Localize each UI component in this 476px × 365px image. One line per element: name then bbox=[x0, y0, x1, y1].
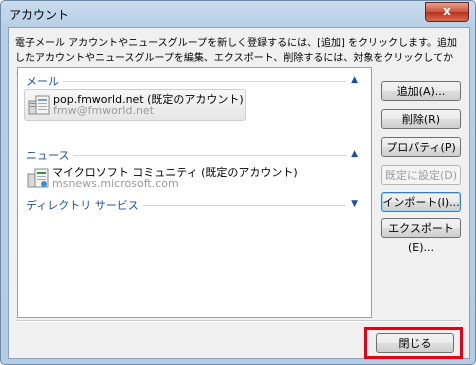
collapse-chevron-icon[interactable]: ▲ bbox=[351, 147, 358, 161]
account-item-mail[interactable]: pop.fmworld.net (既定のアカウント) fmw@fmworld.n… bbox=[24, 89, 246, 121]
accounts-dialog: アカウント x 電子メール アカウントやニュースグループを新しく登録するには、[… bbox=[0, 0, 476, 365]
separator bbox=[17, 320, 461, 322]
close-button-highlight bbox=[364, 327, 463, 359]
set-default-button[interactable]: 既定に設定(D) bbox=[381, 165, 461, 185]
expand-chevron-icon[interactable]: ▼ bbox=[351, 197, 358, 211]
export-button[interactable]: エクスポート(E)... bbox=[381, 218, 461, 254]
add-button[interactable]: 追加(A)... bbox=[381, 81, 461, 101]
account-address: msnews.microsoft.com bbox=[52, 177, 179, 190]
news-account-icon bbox=[27, 168, 49, 188]
mail-account-icon bbox=[28, 95, 50, 115]
title-bar[interactable]: アカウント x bbox=[1, 1, 475, 27]
group-label-directory: ディレクトリ サービス bbox=[26, 197, 143, 213]
window-title: アカウント bbox=[9, 8, 70, 22]
group-divider bbox=[26, 155, 346, 156]
account-address: fmw@fmworld.net bbox=[53, 104, 155, 117]
group-header-directory[interactable]: ディレクトリ サービス ▼ bbox=[18, 197, 358, 213]
remove-button[interactable]: 削除(R) bbox=[381, 109, 461, 129]
dialog-client-area: 電子メール アカウントやニュースグループを新しく登録するには、[追加] をクリッ… bbox=[8, 27, 470, 359]
group-header-news[interactable]: ニュース ▲ bbox=[18, 147, 358, 163]
group-header-mail[interactable]: メール ▲ bbox=[18, 73, 358, 89]
properties-button[interactable]: プロパティ(P) bbox=[381, 137, 461, 157]
group-label-news: ニュース bbox=[26, 147, 74, 163]
collapse-chevron-icon[interactable]: ▲ bbox=[351, 73, 358, 87]
account-item-news[interactable]: マイクロソフト コミュニティ (既定のアカウント) msnews.microso… bbox=[24, 163, 298, 193]
accounts-list[interactable]: メール ▲ pop.fmworld.net (既定のアカウント) fmw@fmw… bbox=[17, 67, 372, 318]
import-button[interactable]: インポート(I)... bbox=[381, 192, 461, 212]
window-close-button[interactable]: x bbox=[425, 2, 469, 22]
group-divider bbox=[26, 81, 346, 82]
group-label-mail: メール bbox=[26, 73, 63, 89]
